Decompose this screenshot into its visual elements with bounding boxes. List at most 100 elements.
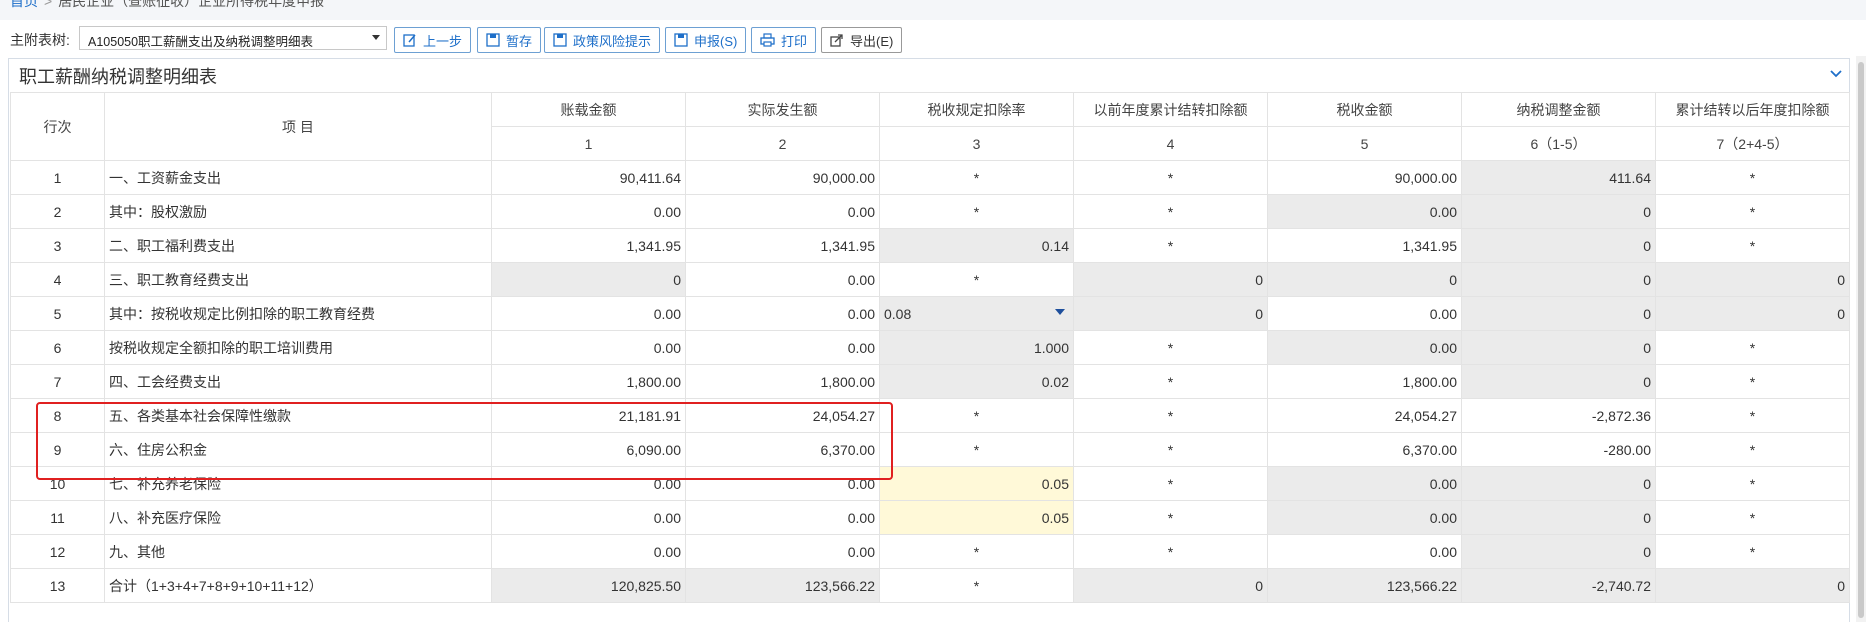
cell-value: 0.00 — [653, 509, 681, 526]
policy-risk-label: 政策风险提示 — [573, 33, 652, 49]
table-row: 6 按税收规定全额扣除的职工培训费用 0.00 0.00 1.000 * 0.00 0 * — [10, 330, 1850, 365]
row-cell[interactable]: 1,341.95 — [685, 228, 880, 263]
caret-down-icon[interactable] — [1055, 309, 1065, 315]
rate-select[interactable]: 0.08 — [879, 296, 1074, 331]
cell-value: 0 — [1643, 475, 1651, 492]
row-cell: * — [1073, 364, 1268, 399]
row-cell[interactable]: 6,370.00 — [1267, 432, 1462, 467]
table-row: 2 其中：股权激励 0.00 0.00 * * 0.00 0 * — [10, 194, 1850, 229]
row-item: 合计（1+3+4+7+8+9+10+11+12） — [104, 568, 492, 603]
row-cell[interactable]: 0.05 — [879, 466, 1074, 501]
row-cell: 0 — [1267, 262, 1462, 297]
header-col-number: 7（2+4-5） — [1655, 126, 1850, 161]
row-cell[interactable]: 1,800.00 — [1267, 364, 1462, 399]
cell-value: * — [1749, 203, 1756, 220]
row-cell[interactable]: 0.05 — [879, 500, 1074, 535]
row-cell[interactable]: -280.00 — [1461, 432, 1656, 467]
row-cell: * — [1655, 194, 1850, 229]
row-cell[interactable]: 0.00 — [685, 500, 880, 535]
row-seq: 1 — [10, 160, 105, 195]
row-cell[interactable]: 0.00 — [1267, 534, 1462, 569]
row-cell[interactable]: 0.00 — [685, 262, 880, 297]
export-button[interactable]: 导出(E) — [821, 27, 903, 53]
row-cell[interactable]: 0.00 — [1267, 296, 1462, 331]
header-col-number: 6（1-5） — [1461, 126, 1656, 161]
row-cell[interactable]: 0.00 — [491, 466, 686, 501]
cell-value: * — [1167, 441, 1174, 458]
row-cell: * — [1655, 500, 1850, 535]
cell-value: * — [1167, 237, 1174, 254]
row-cell: 0 — [1461, 330, 1656, 365]
declare-label: 申报(S) — [694, 33, 738, 49]
row-cell[interactable]: 6,090.00 — [491, 432, 686, 467]
cell-value: 0.00 — [653, 305, 681, 322]
cell-value: 24,054.27 — [1394, 407, 1457, 424]
row-seq: 12 — [10, 534, 105, 569]
row-cell[interactable]: 0.00 — [491, 330, 686, 365]
vertical-scrollbar[interactable] — [1856, 56, 1866, 622]
save-draft-button[interactable]: 暂存 — [477, 27, 542, 53]
row-cell[interactable]: 24,054.27 — [685, 398, 880, 433]
cell-value: * — [973, 203, 980, 220]
row-cell[interactable]: 6,370.00 — [685, 432, 880, 467]
declare-button[interactable]: 申报(S) — [665, 27, 747, 53]
cell-value: 0 — [1643, 339, 1651, 356]
row-cell: 1.000 — [879, 330, 1074, 365]
row-cell[interactable]: 90,000.00 — [685, 160, 880, 195]
row-cell[interactable]: 0.00 — [685, 534, 880, 569]
row-cell: * — [1073, 534, 1268, 569]
row-cell[interactable]: 0.00 — [685, 466, 880, 501]
cell-value: 0 — [1643, 237, 1651, 254]
policy-risk-button[interactable]: 政策风险提示 — [544, 27, 661, 53]
row-cell[interactable]: -2,872.36 — [1461, 398, 1656, 433]
row-cell: * — [879, 398, 1074, 433]
row-cell[interactable]: 0.00 — [491, 500, 686, 535]
toolbar: 主附表树: A105050职工薪酬支出及纳税调整明细表 上一步 暂存 政策风险提… — [0, 22, 1866, 56]
row-cell[interactable]: 0.00 — [685, 296, 880, 331]
row-cell[interactable]: 0.00 — [491, 534, 686, 569]
row-cell: 0 — [1461, 194, 1656, 229]
row-cell[interactable]: 1,800.00 — [491, 364, 686, 399]
header-col-number: 2 — [685, 126, 880, 161]
cell-value: * — [973, 441, 980, 458]
row-item: 五、各类基本社会保障性缴款 — [104, 398, 492, 433]
row-cell[interactable]: 21,181.91 — [491, 398, 686, 433]
header-col-number: 4 — [1073, 126, 1268, 161]
row-item: 三、职工教育经费支出 — [104, 262, 492, 297]
row-cell: 123,566.22 — [1267, 568, 1462, 603]
cell-value: 0.00 — [1429, 305, 1457, 322]
cell-value: * — [1749, 339, 1756, 356]
breadcrumb-home[interactable]: 首页 — [10, 0, 38, 9]
row-cell[interactable]: 1,341.95 — [1267, 228, 1462, 263]
cell-value: * — [1167, 339, 1174, 356]
print-button[interactable]: 打印 — [751, 27, 817, 53]
cell-value: 0 — [1643, 373, 1651, 390]
row-cell[interactable]: 90,411.64 — [491, 160, 686, 195]
row-cell: 0.00 — [1267, 500, 1462, 535]
row-cell[interactable]: 0.00 — [491, 296, 686, 331]
cell-value: 0.00 — [1429, 509, 1457, 526]
row-cell[interactable]: 90,000.00 — [1267, 160, 1462, 195]
salary-adjustment-table: 行次 项 目 账载金额 实际发生额 税收规定扣除率 以前年度累计结转扣除额 税收… — [10, 92, 1850, 603]
row-cell: * — [1073, 432, 1268, 467]
row-cell[interactable]: 24,054.27 — [1267, 398, 1462, 433]
cell-value: 1,341.95 — [820, 237, 876, 254]
table-tree-select[interactable]: A105050职工薪酬支出及纳税调整明细表 — [79, 26, 387, 50]
row-cell[interactable]: 0.00 — [491, 194, 686, 229]
row-cell[interactable]: 1,341.95 — [491, 228, 686, 263]
row-cell: 0 — [1073, 568, 1268, 603]
cell-value: 0 — [1643, 271, 1651, 288]
row-cell[interactable]: 0.00 — [685, 194, 880, 229]
cell-value: -2,740.72 — [1591, 577, 1651, 594]
cell-value: * — [1749, 509, 1756, 526]
cell-value: 0 — [1643, 203, 1651, 220]
row-cell[interactable]: 1,800.00 — [685, 364, 880, 399]
chevron-down-icon[interactable] — [1829, 69, 1843, 79]
row-cell: 0 — [1461, 262, 1656, 297]
row-cell[interactable]: 0.00 — [685, 330, 880, 365]
prev-step-button[interactable]: 上一步 — [394, 27, 472, 53]
scrollbar-thumb[interactable] — [1858, 62, 1864, 618]
panel-title: 职工薪酬纳税调整明细表 — [19, 67, 217, 87]
header-col: 实际发生额 — [685, 92, 880, 127]
cell-value: 0.14 — [1041, 237, 1069, 254]
